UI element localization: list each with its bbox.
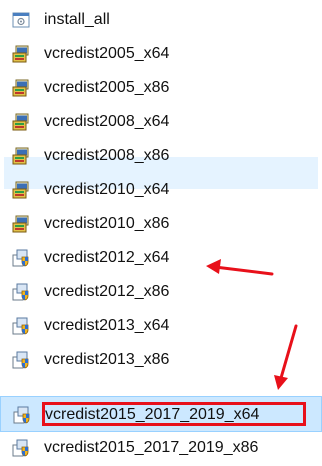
file-name: vcredist2008_x86	[44, 147, 170, 164]
file-name: vcredist2015_2017_2019_x86	[44, 439, 259, 456]
installer-package-icon	[12, 79, 30, 97]
file-item-vcredist2012-x64[interactable]: vcredist2012_x64	[0, 240, 322, 276]
file-item-vcredist2010-x86[interactable]: vcredist2010_x86	[0, 206, 322, 242]
file-item-vcredist2010-x64[interactable]: vcredist2010_x64	[0, 172, 322, 208]
file-item-install-all[interactable]: install_all	[0, 2, 322, 38]
installer-package-icon	[12, 113, 30, 131]
file-item-vcredist2013-x86[interactable]: vcredist2013_x86	[0, 342, 322, 378]
setup-shield-icon	[12, 283, 30, 301]
setup-shield-icon	[12, 439, 30, 457]
installer-package-icon	[12, 45, 30, 63]
batch-file-icon	[12, 11, 30, 29]
file-item-vcredist2015-2017-2019-x86[interactable]: vcredist2015_2017_2019_x86	[0, 430, 322, 466]
file-item-vcredist2012-x86[interactable]: vcredist2012_x86	[0, 274, 322, 310]
file-name: vcredist2008_x64	[44, 113, 170, 130]
installer-package-icon	[12, 181, 30, 199]
file-item-vcredist2008-x64[interactable]: vcredist2008_x64	[0, 104, 322, 140]
file-name: vcredist2005_x86	[44, 79, 170, 96]
file-item-vcredist2008-x86[interactable]: vcredist2008_x86	[0, 138, 322, 174]
file-name: vcredist2010_x64	[44, 181, 170, 198]
file-item-vcredist2005-x64[interactable]: vcredist2005_x64	[0, 36, 322, 72]
file-name: vcredist2012_x86	[44, 283, 170, 300]
installer-package-icon	[12, 147, 30, 165]
file-name: vcredist2005_x64	[44, 45, 170, 62]
setup-shield-icon	[13, 406, 31, 424]
file-item-vcredist2013-x64[interactable]: vcredist2013_x64	[0, 308, 322, 344]
file-name: vcredist2010_x86	[44, 215, 170, 232]
setup-shield-icon	[12, 351, 30, 369]
setup-shield-icon	[12, 249, 30, 267]
file-name: vcredist2015_2017_2019_x64	[45, 406, 260, 423]
installer-package-icon	[12, 215, 30, 233]
file-name: vcredist2013_x86	[44, 351, 170, 368]
file-name: install_all	[44, 11, 110, 28]
file-name: vcredist2013_x64	[44, 317, 170, 334]
file-item-vcredist2015-2017-2019-x64[interactable]: vcredist2015_2017_2019_x64	[0, 396, 322, 432]
setup-shield-icon	[12, 317, 30, 335]
file-name: vcredist2012_x64	[44, 249, 170, 266]
file-list: install_all vcredist2005_x64 vcredist200	[0, 0, 322, 466]
file-item-vcredist2005-x86[interactable]: vcredist2005_x86	[0, 70, 322, 106]
